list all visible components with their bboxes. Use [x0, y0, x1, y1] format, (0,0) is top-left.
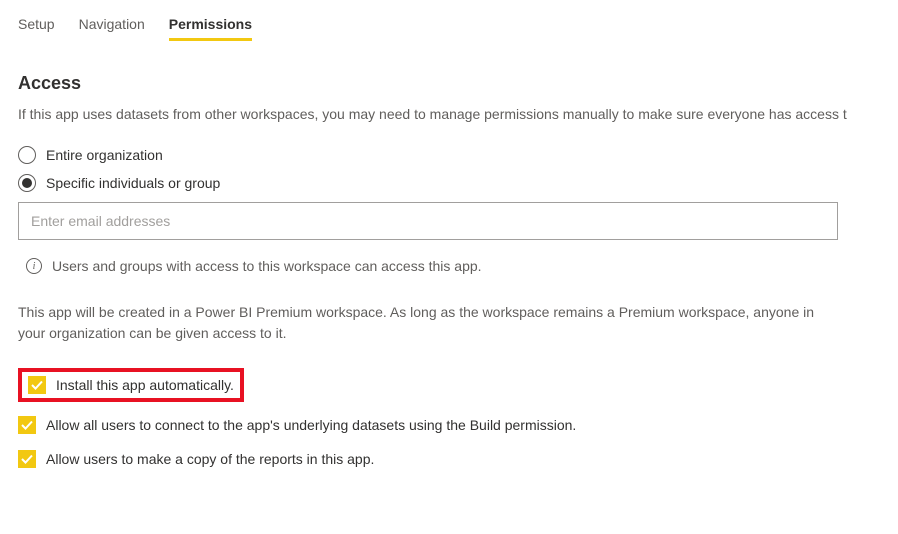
info-icon: i [26, 258, 42, 274]
access-description: If this app uses datasets from other wor… [18, 106, 880, 122]
section-heading-access: Access [18, 73, 880, 94]
checkbox-row-allow-copy: Allow users to make a copy of the report… [18, 450, 880, 468]
radio-entire-organization[interactable]: Entire organization [18, 146, 880, 164]
tab-navigation[interactable]: Navigation [79, 16, 145, 41]
access-radio-group: Entire organization Specific individuals… [18, 146, 880, 192]
tab-permissions[interactable]: Permissions [169, 16, 252, 41]
tab-setup[interactable]: Setup [18, 16, 55, 41]
radio-label: Entire organization [46, 147, 163, 163]
check-icon [21, 453, 33, 465]
info-text: Users and groups with access to this wor… [52, 258, 482, 274]
info-row: i Users and groups with access to this w… [18, 258, 880, 274]
radio-label: Specific individuals or group [46, 175, 220, 191]
check-icon [31, 379, 43, 391]
checkbox-label: Install this app automatically. [56, 377, 234, 393]
check-icon [21, 419, 33, 431]
checkbox-label: Allow all users to connect to the app's … [46, 417, 576, 433]
checkbox-install-auto[interactable] [28, 376, 46, 394]
radio-circle-icon [18, 174, 36, 192]
highlighted-install-option: Install this app automatically. [18, 368, 244, 402]
tab-bar: Setup Navigation Permissions [18, 16, 880, 41]
checkbox-label: Allow users to make a copy of the report… [46, 451, 374, 467]
radio-specific-individuals[interactable]: Specific individuals or group [18, 174, 880, 192]
premium-workspace-note: This app will be created in a Power BI P… [18, 302, 838, 344]
email-addresses-input[interactable] [18, 202, 838, 240]
checkbox-row-allow-build: Allow all users to connect to the app's … [18, 416, 880, 434]
checkbox-allow-build[interactable] [18, 416, 36, 434]
checkbox-allow-copy[interactable] [18, 450, 36, 468]
radio-circle-icon [18, 146, 36, 164]
